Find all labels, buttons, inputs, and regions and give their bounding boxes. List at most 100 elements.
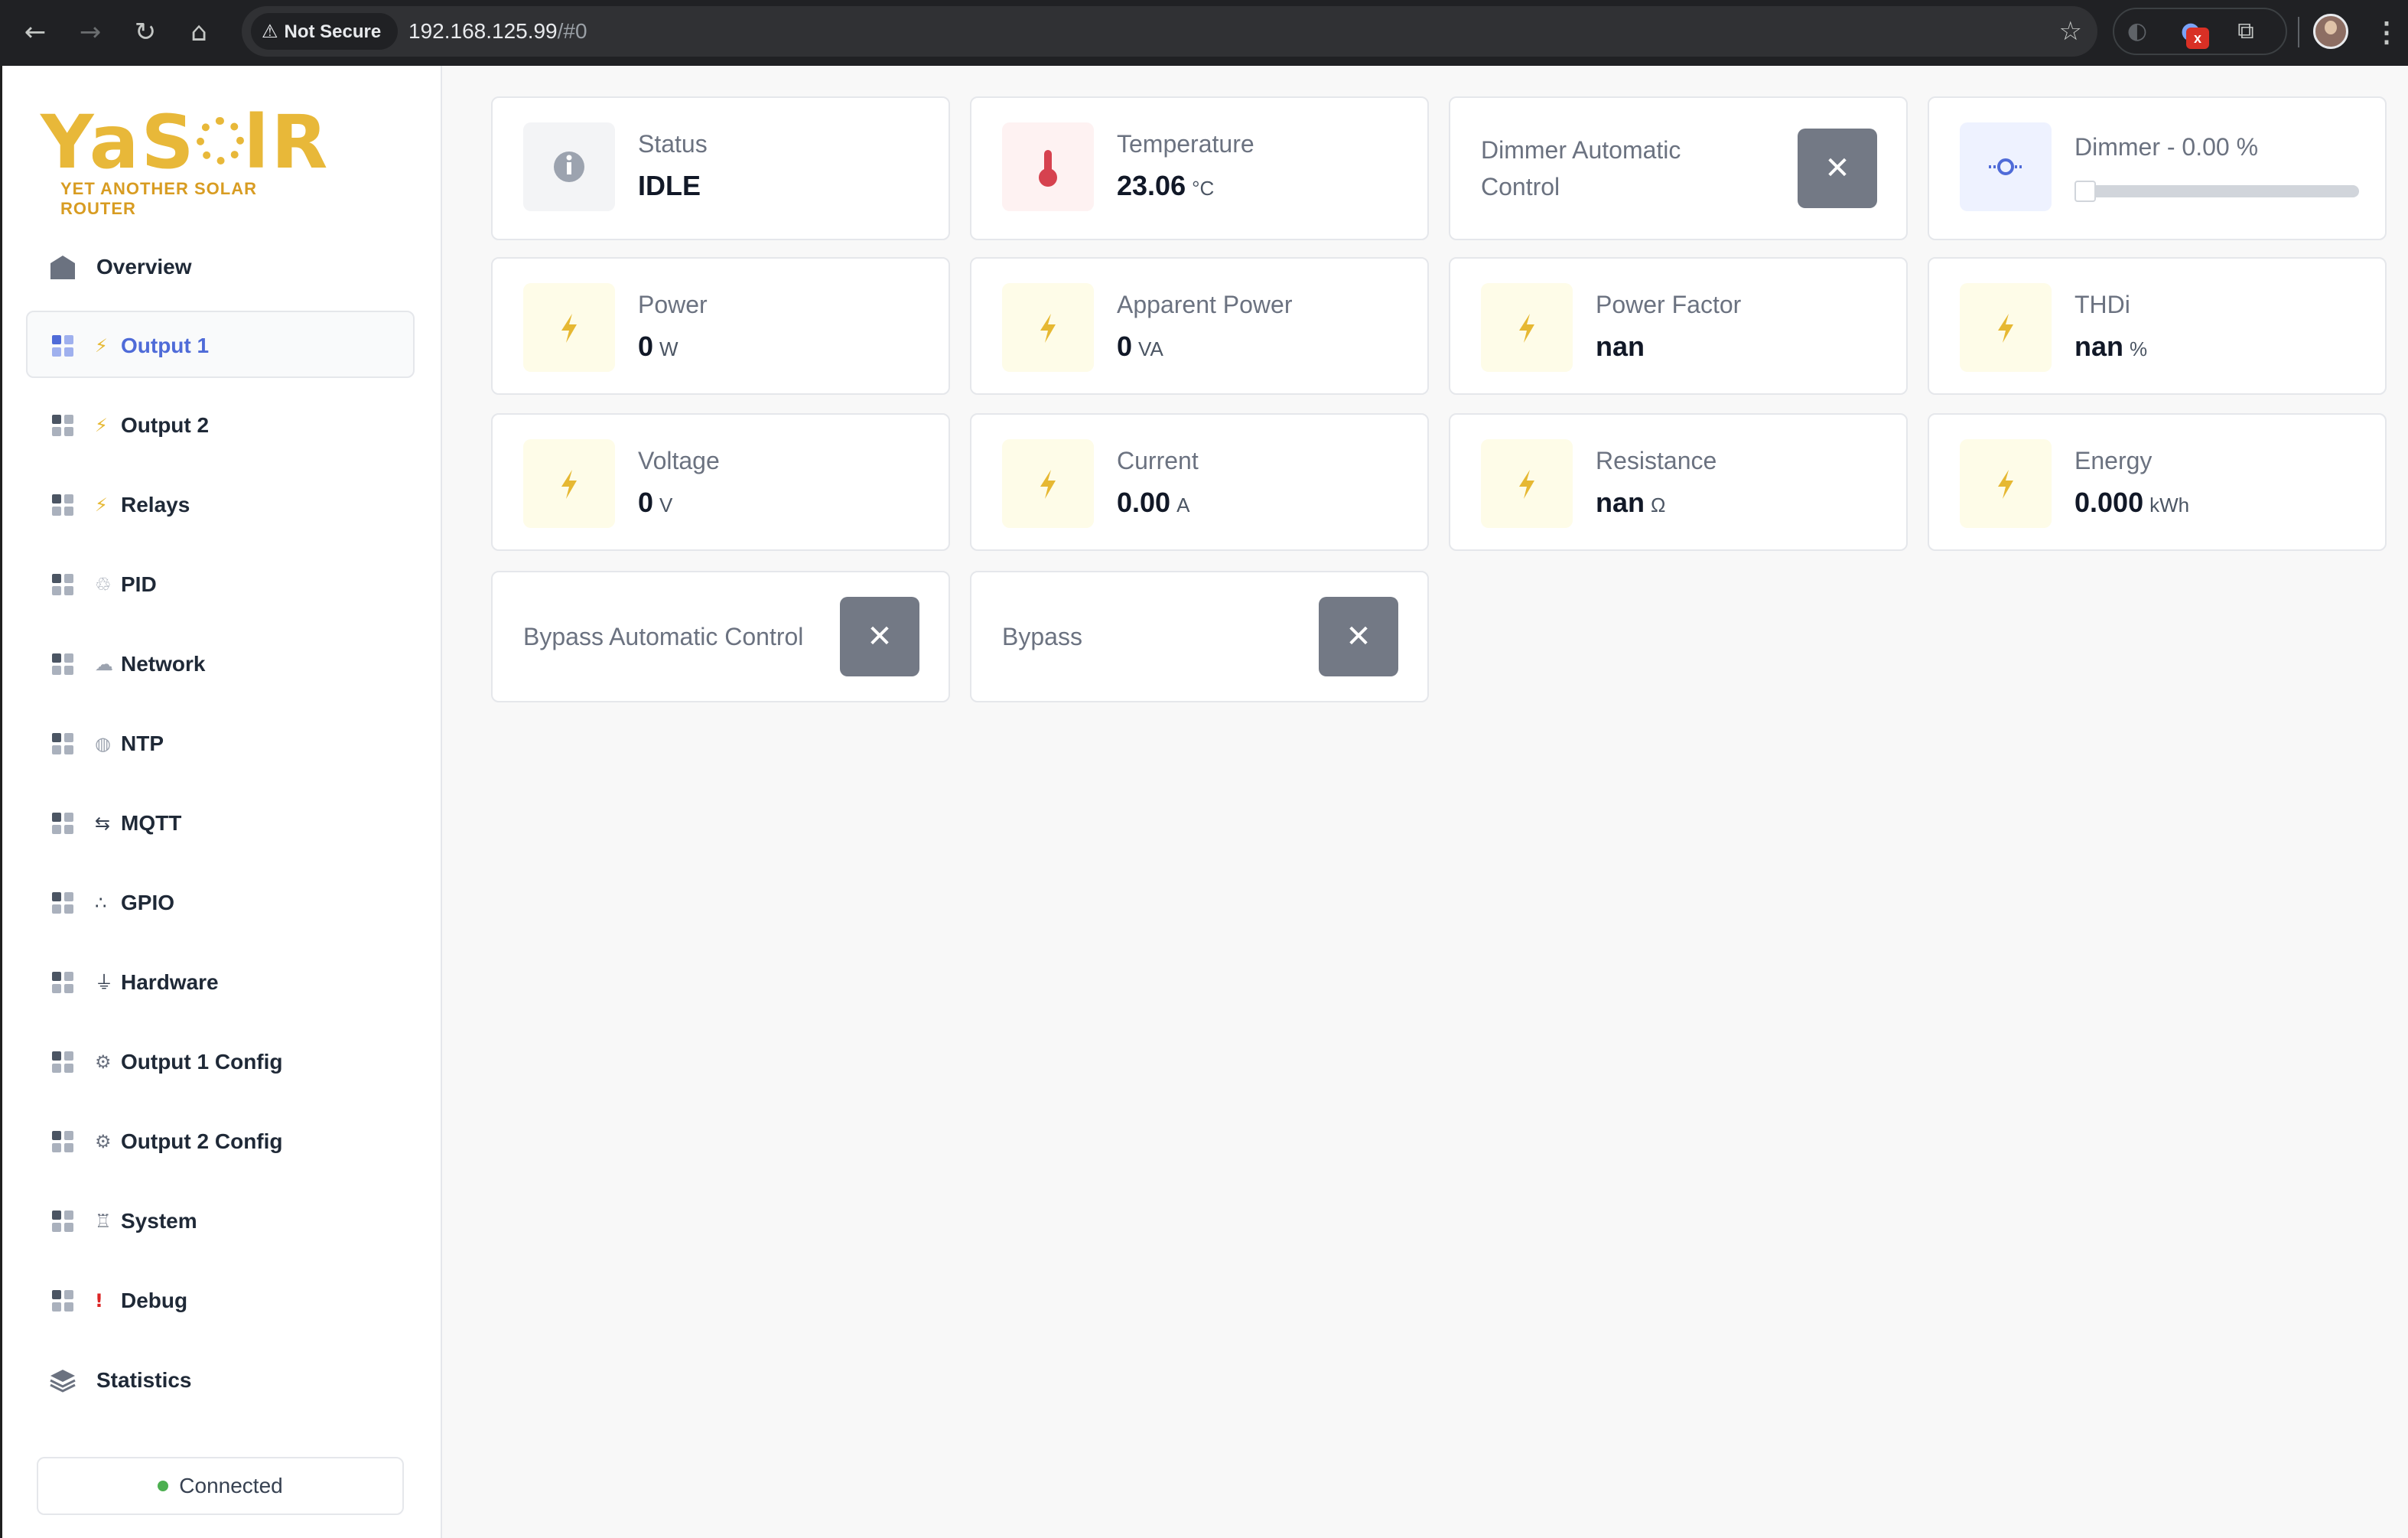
sidebar-item-output-2[interactable]: ⚡ Output 2 — [26, 390, 415, 458]
sidebar-item-output-1[interactable]: ⚡ Output 1 — [26, 311, 415, 378]
card-title: Current — [1117, 447, 1199, 474]
dimmer-slider[interactable] — [2074, 181, 2359, 202]
grid-icon — [52, 1290, 73, 1312]
card-voltage: Voltage 0V — [491, 413, 950, 551]
card-title: Voltage — [638, 447, 720, 474]
current-value: 0.00 — [1117, 487, 1171, 518]
grid-icon — [52, 813, 73, 834]
card-title: Bypass Automatic Control — [523, 623, 804, 650]
sidebar-item-ntp[interactable]: ◍ NTP — [26, 709, 415, 776]
profile-avatar[interactable] — [2313, 14, 2348, 49]
cloud-icon: ☁ — [95, 653, 113, 675]
grid-icon — [52, 892, 73, 914]
card-dimmer-automatic-control: Dimmer Automatic Control ✕ — [1449, 96, 1908, 240]
power-unit: W — [659, 337, 678, 360]
reload-icon[interactable]: ↻ — [125, 12, 165, 52]
card-title: Apparent Power — [1117, 291, 1293, 318]
slider-thumb[interactable] — [2074, 181, 2096, 202]
card-title: Resistance — [1596, 447, 1717, 474]
sidebar-item-relays[interactable]: ⚡ Relays — [26, 470, 415, 537]
energy-value: 0.000 — [2074, 487, 2144, 518]
card-title: Status — [638, 130, 708, 158]
home-icon[interactable]: ⌂ — [179, 12, 219, 52]
voltage-value: 0 — [638, 487, 654, 518]
bolt-icon — [1481, 439, 1573, 528]
bolt-icon: ⚡ — [95, 335, 108, 357]
bolt-icon — [1002, 283, 1094, 372]
url-text[interactable]: 192.168.125.99/#0 — [408, 6, 587, 57]
sidebar-item-network[interactable]: ☁ Network — [26, 629, 415, 696]
sidebar-item-output-2-config[interactable]: ⚙ Output 2 Config — [26, 1106, 415, 1174]
grid-icon — [52, 1051, 73, 1073]
sidebar-item-debug[interactable]: ! Debug — [26, 1266, 415, 1333]
card-value: 0 VA — [1117, 331, 1163, 363]
energy-unit: kWh — [2149, 494, 2190, 516]
puzzle-icon[interactable]: ⧉ — [2224, 9, 2267, 54]
card-value: nan% — [2074, 331, 2147, 363]
thermometer-icon — [1002, 122, 1094, 211]
card-bypass-automatic-control: Bypass Automatic Control ✕ — [491, 571, 950, 702]
sidebar-item-label: Network — [121, 652, 206, 676]
bypass-toggle-button[interactable]: ✕ — [1319, 597, 1398, 676]
ground-icon: ⏚ — [95, 972, 113, 993]
security-chip[interactable]: ⚠ Not Secure — [251, 13, 399, 50]
sidebar-item-mqtt[interactable]: ⇆ MQTT — [26, 788, 415, 855]
status-dot-icon — [158, 1481, 169, 1491]
browser-toolbar: ← → ↻ ⌂ ⚠ Not Secure 192.168.125.99/#0 ☆ … — [0, 0, 2408, 66]
sidebar-item-system[interactable]: ♖ System — [26, 1186, 415, 1253]
dimmer-auto-toggle-button[interactable]: ✕ — [1798, 129, 1877, 208]
power-factor-value: nan — [1596, 331, 1645, 362]
sun-icon — [196, 117, 244, 165]
card-dimmer: Dimmer - 0.00 % — [1928, 96, 2387, 240]
card-value: 0.00 A — [1117, 487, 1189, 519]
logo-wordmark: YaS lR — [41, 99, 330, 185]
bolt-icon — [1481, 283, 1573, 372]
card-value: 23.06 °C — [1117, 170, 1214, 202]
sidebar-item-overview[interactable]: Overview — [26, 232, 415, 299]
sidebar-item-statistics[interactable]: Statistics — [26, 1345, 415, 1413]
sidebar-item-label: Output 2 — [121, 413, 210, 437]
thdi-value: nan — [2074, 331, 2124, 362]
dots-icon: ∴ — [95, 892, 107, 914]
home-icon — [50, 256, 75, 279]
card-thdi: THDi nan% — [1928, 257, 2387, 395]
arrows-icon: ⇆ — [95, 813, 111, 834]
address-bar[interactable]: ⚠ Not Secure 192.168.125.99/#0 ☆ — [242, 6, 2097, 57]
bolt-icon: ⚡ — [95, 415, 108, 436]
recycle-icon: ♲ — [95, 574, 112, 595]
app-logo[interactable]: YaS lR YET ANOTHER SOLAR ROUTER — [41, 99, 331, 218]
sidebar-item-label: Output 1 — [121, 334, 210, 357]
bypass-auto-toggle-button[interactable]: ✕ — [840, 597, 919, 676]
sidebar-item-label: PID — [121, 572, 157, 596]
sidebar-item-hardware[interactable]: ⏚ Hardware — [26, 947, 415, 1015]
sidebar-item-output-1-config[interactable]: ⚙ Output 1 Config — [26, 1027, 415, 1094]
sidebar-item-label: MQTT — [121, 811, 182, 835]
menu-kebab-icon[interactable]: ⋮ — [2371, 12, 2402, 52]
sidebar-item-label: GPIO — [121, 891, 175, 914]
bookmark-star-icon[interactable]: ☆ — [2059, 6, 2082, 57]
sidebar-item-label: Debug — [121, 1289, 188, 1312]
sidebar-item-pid[interactable]: ♲ PID — [26, 549, 415, 617]
info-icon — [523, 122, 615, 211]
card-bypass: Bypass ✕ — [970, 571, 1429, 702]
card-value: 0W — [638, 331, 678, 363]
current-unit: A — [1176, 494, 1190, 516]
sidebar-item-label: System — [121, 1209, 197, 1233]
exclamation-icon: ! — [95, 1290, 103, 1312]
card-power-factor: Power Factor nan — [1449, 257, 1908, 395]
card-temperature: Temperature 23.06 °C — [970, 96, 1429, 240]
extension-icon[interactable]: ◐ — [2116, 9, 2159, 54]
resistance-value: nan — [1596, 487, 1645, 518]
grid-icon — [52, 415, 73, 436]
forward-icon[interactable]: → — [70, 12, 110, 52]
thdi-unit: % — [2130, 337, 2148, 360]
toolbar-divider — [2298, 17, 2299, 47]
security-label: Not Secure — [284, 21, 382, 42]
grid-icon — [52, 733, 73, 754]
card-value: nan Ω — [1596, 487, 1665, 519]
grid-icon — [52, 972, 73, 993]
connection-label: Connected — [179, 1474, 283, 1497]
card-title: THDi — [2074, 291, 2130, 318]
sidebar-item-gpio[interactable]: ∴ GPIO — [26, 868, 415, 935]
back-icon[interactable]: ← — [15, 12, 55, 52]
